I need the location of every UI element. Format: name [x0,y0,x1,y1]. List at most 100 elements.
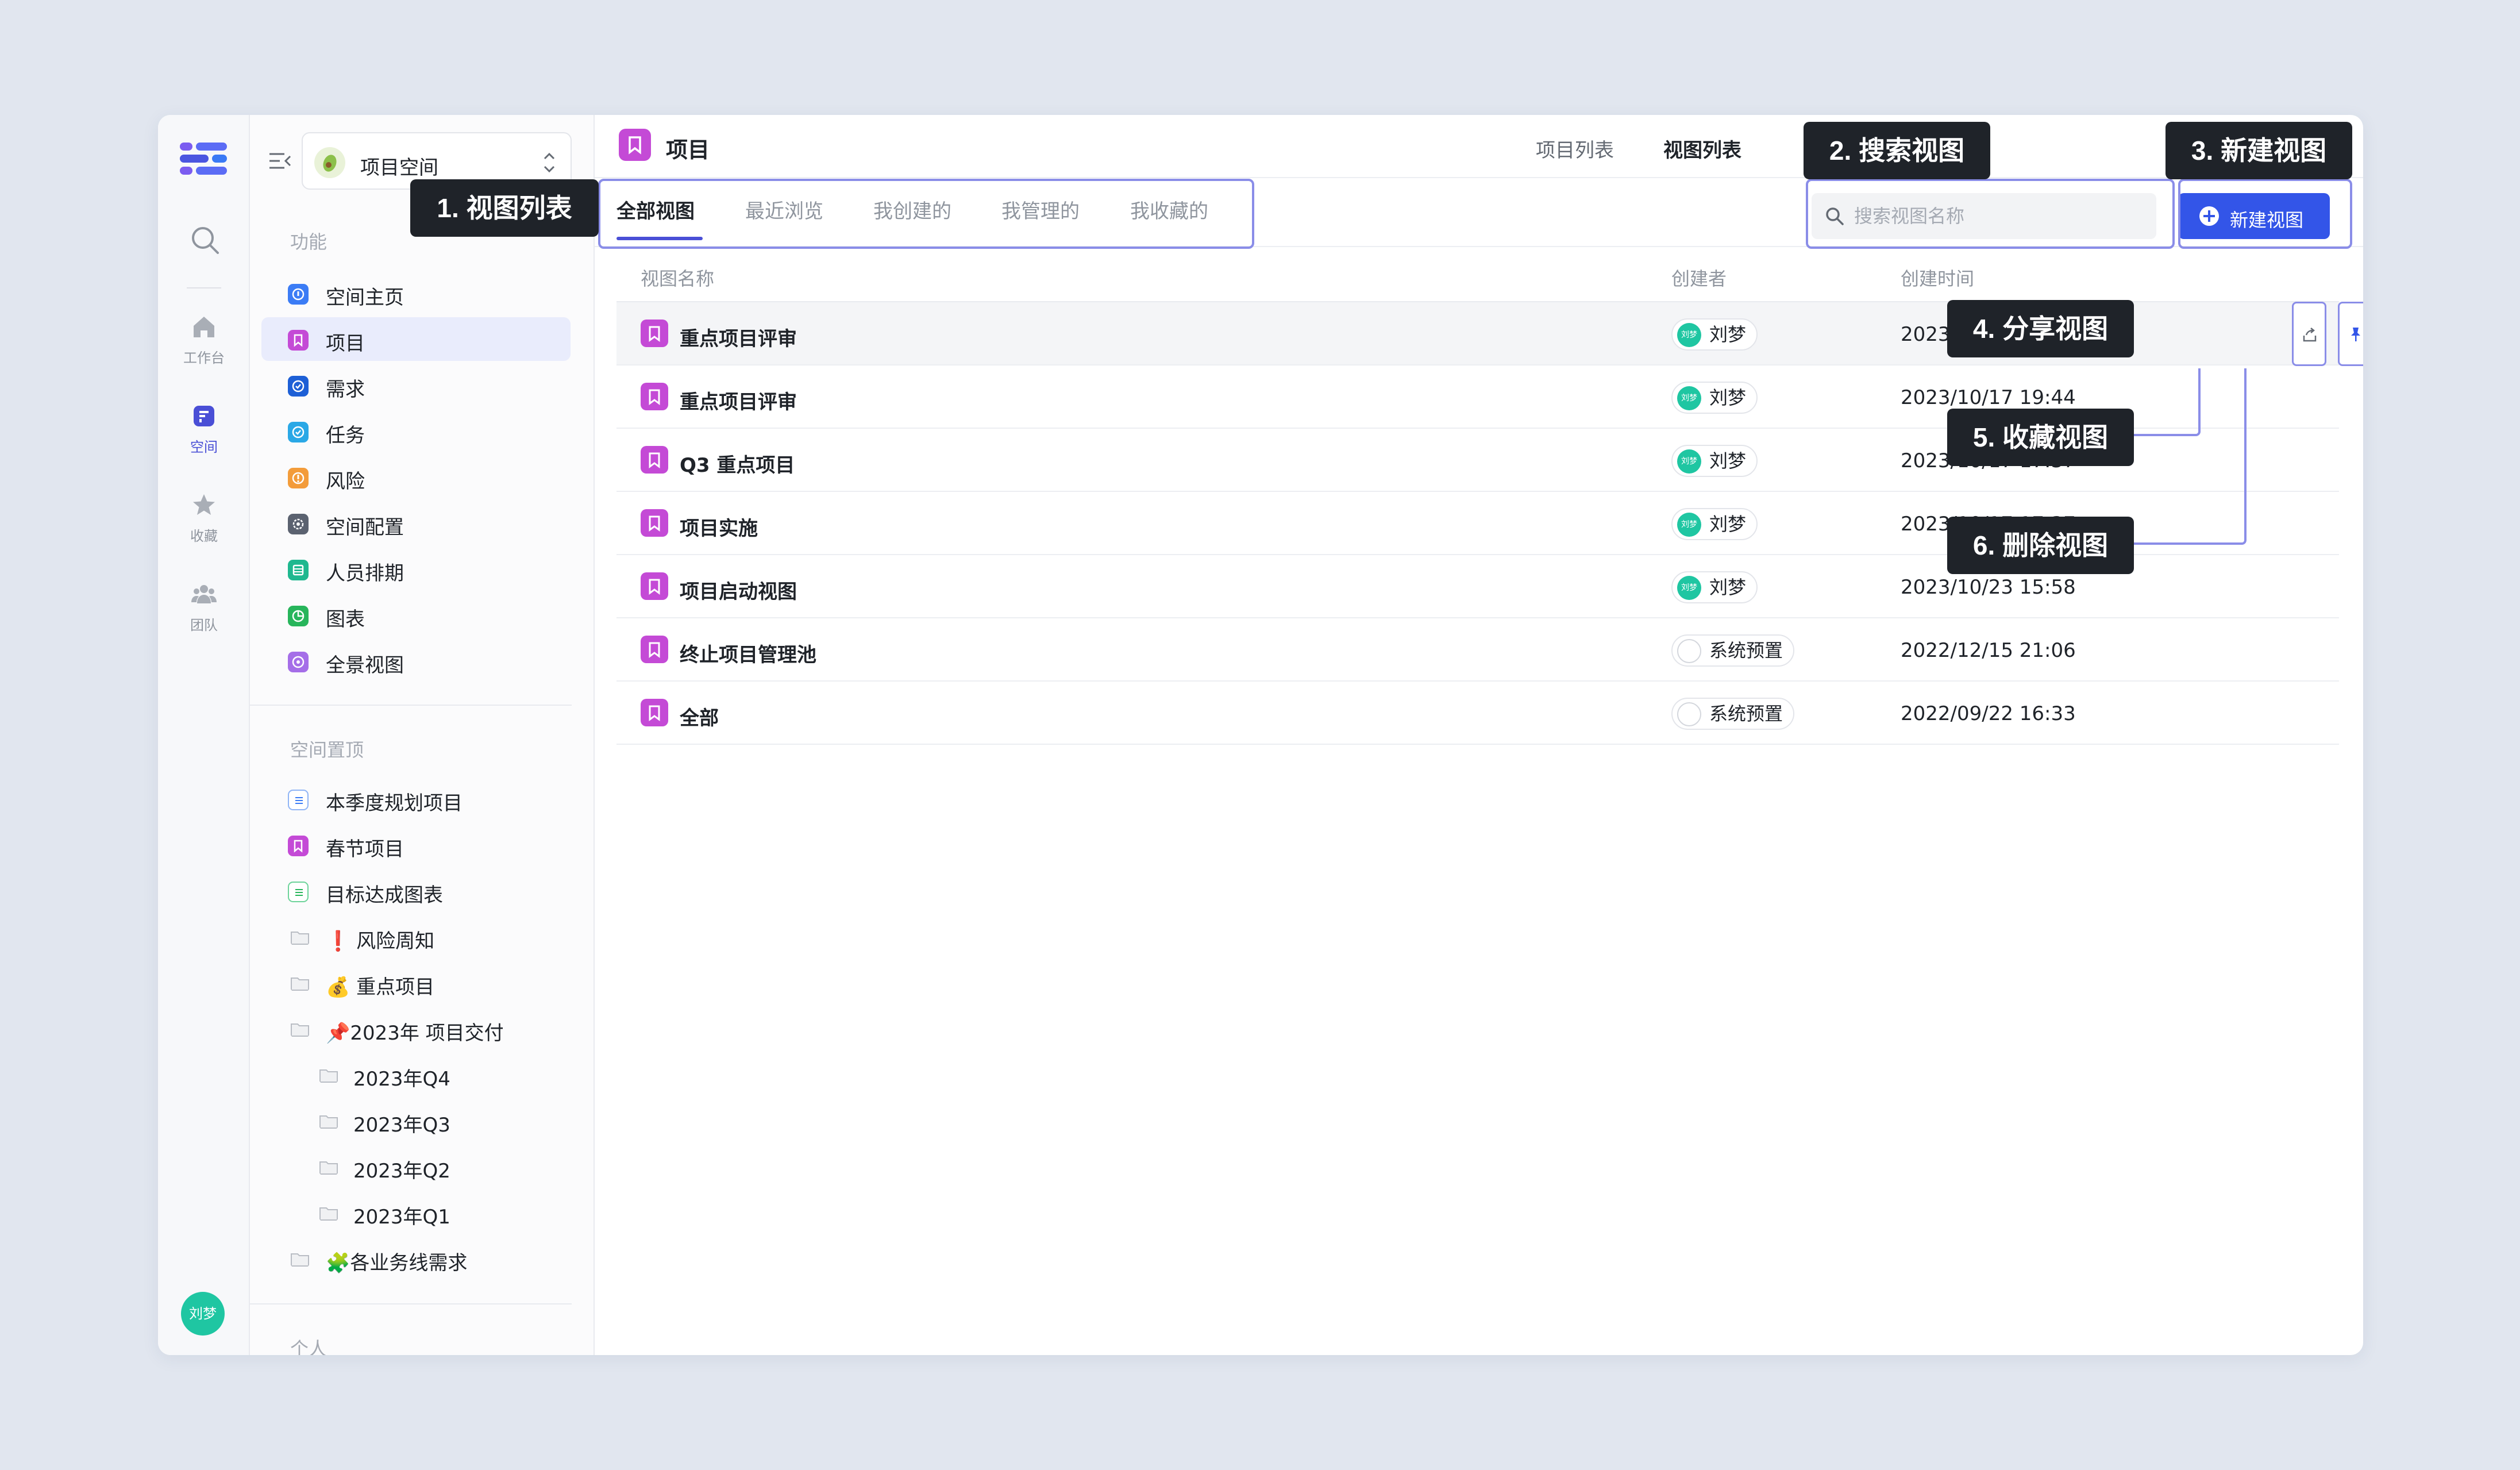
column-header-name: 视图名称 [641,268,715,290]
chart-icon [288,606,309,626]
creator-avatar: 刘梦 [1677,449,1701,474]
pinned-subfolder[interactable]: 2023年Q3 [261,1099,571,1142]
panorama-icon [288,652,309,672]
space-home-icon [288,284,309,305]
table-row[interactable]: 终止项目管理池 系统预置 2022/12/15 21:06 [616,618,2339,682]
rail-item-workbench[interactable]: 工作台 [158,313,250,376]
sidebar-item-schedule[interactable]: 人员排期 [261,547,571,591]
search-icon[interactable] [189,224,220,255]
sidebar-item-label: 空间配置 [326,516,404,539]
creator-tag: 刘梦 刘梦 [1671,318,1758,351]
creator-name: 刘梦 [1709,387,1747,409]
creator-tag: 系统预置 [1671,698,1795,730]
sidebar-item-chart[interactable]: 图表 [261,593,571,637]
bookmark-icon [641,446,668,474]
pinned-folder[interactable]: ❗ 风险周知 [261,915,571,959]
view-name: 终止项目管理池 [680,644,816,667]
bookmark-icon [641,509,668,537]
sidebar-item-requirement[interactable]: 需求 [261,363,571,407]
pinned-item-label: 目标达成图表 [326,884,443,907]
collapse-sidebar-icon[interactable] [267,148,292,174]
pinned-item-label: 本季度规划项目 [326,792,463,815]
pinned-subfolder[interactable]: 2023年Q2 [261,1145,571,1188]
pinned-folder[interactable]: 📌2023年 项目交付 [261,1007,571,1050]
callout-view-list: 1. 视图列表 [410,179,599,237]
system-avatar-icon [1677,639,1701,663]
view-name: 重点项目评审 [680,328,797,351]
sidebar-item-risk[interactable]: 风险 [261,455,571,499]
highlight-view-tabs [598,179,1254,249]
sidebar-item-space-home[interactable]: 空间主页 [261,271,571,315]
star-icon [193,494,215,515]
home-icon [194,317,214,337]
requirement-icon [288,376,309,397]
pinned-item-label: 2023年Q1 [353,1206,450,1229]
folder-icon [319,1069,338,1083]
share-view-button[interactable] [2292,302,2326,366]
sidebar-item-project[interactable]: 项目 [261,317,571,361]
system-avatar-icon [1677,702,1701,726]
risk-icon [288,468,309,488]
sidebar-item-panorama[interactable]: 全景视图 [261,639,571,683]
pinned-subfolder[interactable]: 2023年Q1 [261,1191,571,1234]
rail-item-space[interactable]: 空间 [158,402,250,465]
page-title: 项目 [666,137,710,163]
pinned-item[interactable]: 目标达成图表 [261,869,571,913]
sidebar-item-task[interactable]: 任务 [261,409,571,453]
creator-tag: 系统预置 [1671,634,1795,667]
folder-icon [319,1115,338,1129]
creator-name: 刘梦 [1709,324,1747,345]
sidebar-item-label: 需求 [326,378,365,401]
connector-delete [2134,368,2247,545]
sidebar-item-space-config[interactable]: 空间配置 [261,501,571,545]
tab-view-list[interactable]: 视图列表 [1663,134,1741,163]
created-time: 2023/10/17 19:44 [1901,386,2076,409]
creator-name: 刘梦 [1709,450,1747,472]
creator-tag: 刘梦 刘梦 [1671,382,1758,414]
space-avatar [314,147,345,178]
bookmark-icon [288,836,309,856]
bookmark-icon [641,383,668,410]
bookmark-icon [288,330,309,351]
bookmark-icon [641,320,668,347]
sidebar-item-label: 项目 [326,332,365,355]
user-avatar[interactable]: 刘梦 [181,1292,225,1336]
app-logo-icon[interactable] [180,140,227,177]
pinned-folder[interactable]: 💰 重点项目 [261,961,571,1005]
rail-label-favorites: 收藏 [190,528,218,544]
created-time: 2022/12/15 21:06 [1901,639,2076,662]
creator-avatar: 刘梦 [1677,513,1701,537]
creator-avatar: 刘梦 [1677,323,1701,347]
pinned-item-label: 2023年Q3 [353,1114,450,1137]
pinned-item-label: 📌2023年 项目交付 [326,1022,504,1045]
team-icon [191,585,217,603]
pinned-item-label: 2023年Q2 [353,1160,450,1183]
favorite-view-button[interactable] [2338,302,2363,366]
created-time: 2022/09/22 16:33 [1901,702,2076,725]
pinned-item-label: 春节项目 [326,838,404,861]
folder-icon [319,1207,338,1221]
pinned-item[interactable]: 本季度规划项目 [261,777,571,821]
highlight-search [1806,179,2175,249]
pinned-folder[interactable]: 🧩各业务线需求 [261,1237,571,1280]
folder-icon [291,1023,309,1037]
callout-delete-view: 6. 删除视图 [1947,517,2134,574]
rail-item-favorites[interactable]: 收藏 [158,491,250,555]
pinned-subfolder[interactable]: 2023年Q4 [261,1053,571,1096]
space-name: 项目空间 [360,156,438,179]
rail-item-team[interactable]: 团队 [158,580,250,644]
icon-rail: 工作台 空间 收藏 团队 刘梦 [158,115,250,1355]
calendar-icon [288,560,309,580]
created-time: 2023/10/23 15:58 [1901,576,2076,599]
pinned-item-label: 💰 重点项目 [326,976,435,999]
creator-tag: 刘梦 刘梦 [1671,571,1758,603]
chevron-updown-icon [544,152,555,173]
column-header-time: 创建时间 [1901,268,1975,290]
table-row[interactable]: 全部 系统预置 2022/09/22 16:33 [616,682,2339,745]
folder-icon [291,978,309,991]
tab-project-list[interactable]: 项目列表 [1536,134,1614,163]
folder-icon [319,1161,338,1175]
pinned-item[interactable]: 春节项目 [261,823,571,867]
pinned-item-label: 🧩各业务线需求 [326,1252,468,1275]
sidebar-item-label: 图表 [326,608,365,631]
